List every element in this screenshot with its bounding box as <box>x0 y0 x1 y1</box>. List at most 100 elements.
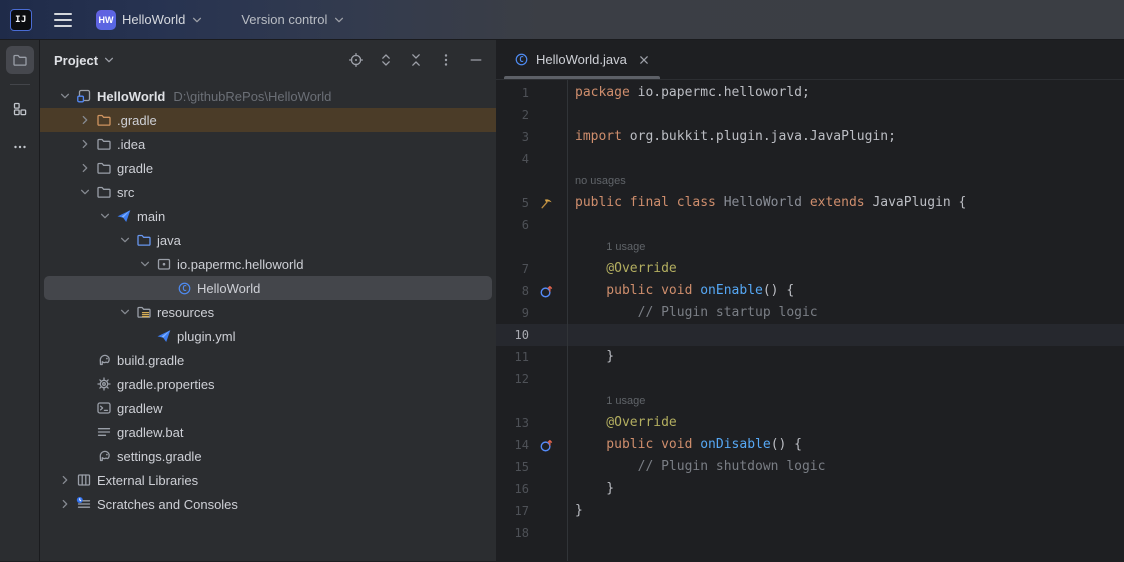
code-text[interactable]: } <box>567 478 614 500</box>
tree-item-gradle[interactable]: gradle <box>40 156 496 180</box>
code-line-1[interactable]: 1package io.papermc.helloworld; <box>496 82 1124 104</box>
tree-item-java[interactable]: java <box>40 228 496 252</box>
code-line-5[interactable]: 5public final class HelloWorld extends J… <box>496 192 1124 214</box>
plugin-marker-icon[interactable] <box>529 196 563 210</box>
chevron-spacer <box>76 375 94 393</box>
code-line-15[interactable]: 15 // Plugin shutdown logic <box>496 456 1124 478</box>
code-text[interactable] <box>567 148 575 170</box>
code-text[interactable]: // Plugin startup logic <box>567 302 818 324</box>
tree-item-gradlew[interactable]: gradlew <box>40 396 496 420</box>
code-line-17[interactable]: 17} <box>496 500 1124 522</box>
code-line-7[interactable]: 7 @Override <box>496 258 1124 280</box>
code-text[interactable] <box>567 522 575 544</box>
hide-icon[interactable] <box>464 48 488 72</box>
vcs-widget[interactable]: Version control <box>233 8 353 31</box>
code-text[interactable]: @Override <box>567 412 677 434</box>
tab-helloworld-java[interactable]: C HelloWorld.java <box>504 40 660 79</box>
tree-item-gradle-properties[interactable]: gradle.properties <box>40 372 496 396</box>
tree-item-gradlew-bat[interactable]: gradlew.bat <box>40 420 496 444</box>
project-panel-title[interactable]: Project <box>54 53 98 68</box>
chevron-right-icon[interactable] <box>76 159 94 177</box>
code-line-14[interactable]: 14 public void onDisable() { <box>496 434 1124 456</box>
code-line-6[interactable]: 6 <box>496 214 1124 236</box>
code-text[interactable] <box>567 104 575 126</box>
inlay-hint-row[interactable]: 1 usage <box>496 390 1124 412</box>
text-file-icon <box>94 423 114 441</box>
code-line-3[interactable]: 3import org.bukkit.plugin.java.JavaPlugi… <box>496 126 1124 148</box>
code-text[interactable]: package io.papermc.helloworld; <box>567 82 810 104</box>
inlay-hint-row[interactable]: 1 usage <box>496 236 1124 258</box>
tree-item-helloworld[interactable]: HelloWorldD:\githubRePos\HelloWorld <box>40 84 496 108</box>
main-menu-button[interactable] <box>46 6 80 34</box>
tree-item-src[interactable]: src <box>40 180 496 204</box>
inlay-hint-row[interactable]: no usages <box>496 170 1124 192</box>
chevron-down-icon[interactable] <box>56 87 74 105</box>
chevron-right-icon[interactable] <box>76 135 94 153</box>
code-text[interactable]: @Override <box>567 258 677 280</box>
tree-item-io-papermc-helloworld[interactable]: io.papermc.helloworld <box>40 252 496 276</box>
toolstrip-divider <box>10 84 30 85</box>
usage-inlay-hint[interactable]: 1 usage <box>567 390 645 412</box>
code-line-16[interactable]: 16 } <box>496 478 1124 500</box>
code-text[interactable] <box>567 324 575 346</box>
code-line-9[interactable]: 9 // Plugin startup logic <box>496 302 1124 324</box>
code-line-2[interactable]: 2 <box>496 104 1124 126</box>
tool-button-more-tools[interactable] <box>6 133 34 161</box>
code-line-8[interactable]: 8 public void onEnable() { <box>496 280 1124 302</box>
more-vertical-icon[interactable] <box>434 48 458 72</box>
code-text[interactable] <box>567 368 575 390</box>
folder-excluded-icon <box>94 111 114 129</box>
code-text[interactable]: } <box>567 346 614 368</box>
tree-item-scratches-and-consoles[interactable]: Scratches and Consoles <box>40 492 496 516</box>
code-text[interactable]: import org.bukkit.plugin.java.JavaPlugin… <box>567 126 896 148</box>
code-line-4[interactable]: 4 <box>496 148 1124 170</box>
tree-item--idea[interactable]: .idea <box>40 132 496 156</box>
tree-item-settings-gradle[interactable]: settings.gradle <box>40 444 496 468</box>
code-line-18[interactable]: 18 <box>496 522 1124 544</box>
tree-item--gradle[interactable]: .gradle <box>40 108 496 132</box>
tree-item-helloworld[interactable]: CHelloWorld <box>40 276 496 300</box>
chevron-right-icon[interactable] <box>76 111 94 129</box>
close-icon[interactable] <box>638 54 650 66</box>
chevron-down-icon[interactable] <box>136 255 154 273</box>
code-line-13[interactable]: 13 @Override <box>496 412 1124 434</box>
title-bar: IJ HW HelloWorld Version control <box>0 0 1124 40</box>
paper-plane-icon <box>114 207 134 225</box>
chevron-down-icon[interactable] <box>116 231 134 249</box>
code-editor[interactable]: 1package io.papermc.helloworld;23import … <box>496 80 1124 561</box>
code-line-10[interactable]: 10 <box>496 324 1124 346</box>
code-text[interactable] <box>567 214 575 236</box>
code-text[interactable]: public final class HelloWorld extends Ja… <box>567 192 966 214</box>
code-text[interactable]: // Plugin shutdown logic <box>567 456 825 478</box>
tree-item-main[interactable]: main <box>40 204 496 228</box>
tool-button-structure[interactable] <box>6 95 34 123</box>
tool-button-project[interactable] <box>6 46 34 74</box>
override-icon[interactable] <box>529 284 563 299</box>
code-line-12[interactable]: 12 <box>496 368 1124 390</box>
tree-item-resources[interactable]: resources <box>40 300 496 324</box>
tree-item-plugin-yml[interactable]: plugin.yml <box>40 324 496 348</box>
override-icon[interactable] <box>529 438 563 453</box>
tree-item-build-gradle[interactable]: build.gradle <box>40 348 496 372</box>
tree-item-external-libraries[interactable]: External Libraries <box>40 468 496 492</box>
usage-inlay-hint[interactable]: 1 usage <box>567 236 645 258</box>
gutter: 7 <box>496 258 567 280</box>
chevron-right-icon[interactable] <box>56 471 74 489</box>
code-text[interactable]: public void onDisable() { <box>567 434 802 456</box>
usage-inlay-hint[interactable]: no usages <box>567 170 626 192</box>
line-number: 6 <box>496 214 529 236</box>
chevron-down-icon[interactable] <box>76 183 94 201</box>
chevron-down-icon[interactable] <box>116 303 134 321</box>
line-number: 10 <box>496 324 529 346</box>
chevron-down-icon[interactable] <box>103 54 115 66</box>
collapse-all-icon[interactable] <box>404 48 428 72</box>
tree-item-label: .gradle <box>117 113 157 128</box>
chevron-right-icon[interactable] <box>56 495 74 513</box>
project-widget[interactable]: HW HelloWorld <box>88 6 211 34</box>
chevron-down-icon[interactable] <box>96 207 114 225</box>
code-text[interactable]: } <box>567 500 583 522</box>
locate-icon[interactable] <box>344 48 368 72</box>
code-text[interactable]: public void onEnable() { <box>567 280 794 302</box>
expand-all-icon[interactable] <box>374 48 398 72</box>
code-line-11[interactable]: 11 } <box>496 346 1124 368</box>
